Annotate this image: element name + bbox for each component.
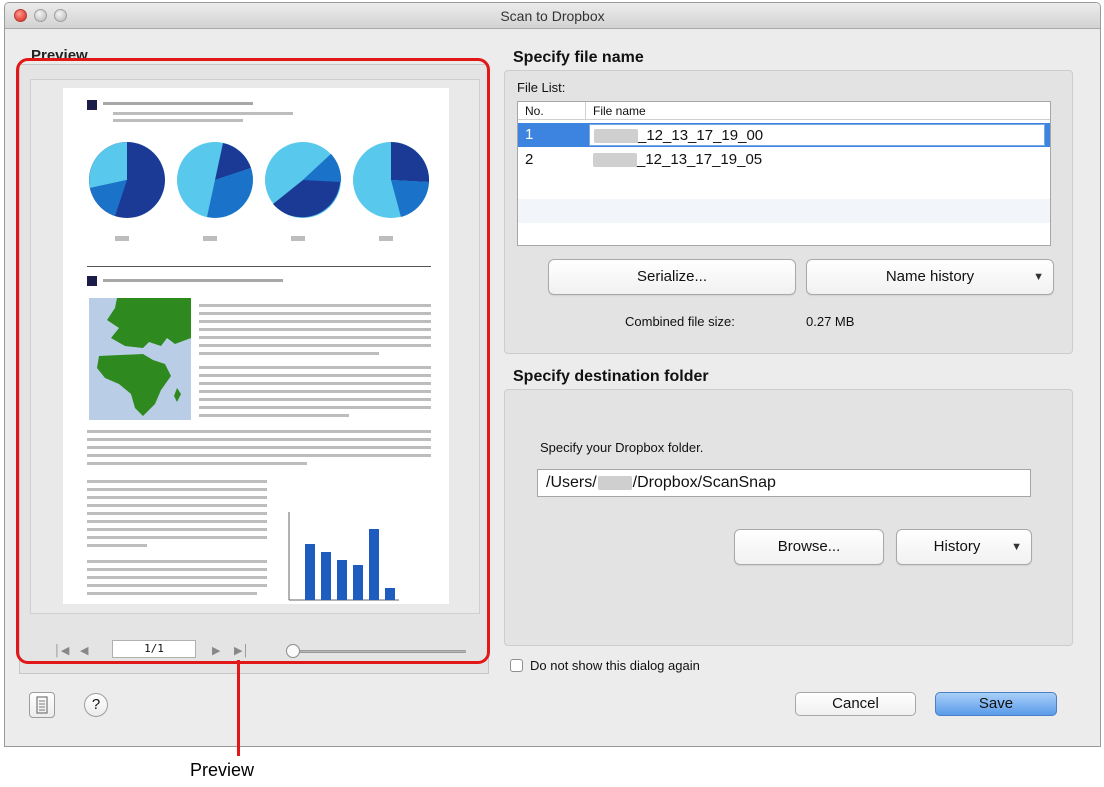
page-number-field[interactable]: 1/1: [112, 640, 196, 658]
file-name-edit-field[interactable]: _12_13_17_19_00: [589, 124, 1045, 146]
do-not-show-checkbox[interactable]: [510, 659, 523, 672]
combined-size-value: 0.27 MB: [806, 314, 855, 329]
file-name-cell: _12_13_17_19_05: [589, 149, 762, 171]
help-button[interactable]: ?: [84, 693, 108, 717]
cancel-button[interactable]: Cancel: [795, 692, 916, 716]
table-row[interactable]: 2 _12_13_17_19_05: [518, 148, 1050, 172]
zoom-slider-thumb[interactable]: [286, 644, 300, 658]
zoom-slider[interactable]: [292, 650, 466, 653]
destination-section-title: Specify destination folder: [513, 368, 709, 385]
column-header-no[interactable]: No.: [518, 102, 586, 120]
chevron-down-icon: ▼: [1033, 271, 1044, 283]
window-title: Scan to Dropbox: [500, 8, 605, 24]
destination-panel: [504, 389, 1073, 646]
column-header-file-name[interactable]: File name: [586, 102, 1050, 120]
list-view-button[interactable]: [29, 692, 55, 718]
row-number: 1: [525, 126, 534, 143]
bar-chart-graphic: [288, 512, 399, 601]
preview-callout-label: Preview: [190, 760, 255, 780]
combined-size-label: Combined file size:: [625, 314, 735, 329]
world-map-graphic: [89, 298, 191, 420]
name-history-button[interactable]: Name history ▼: [806, 259, 1054, 295]
empty-row: [518, 199, 1050, 223]
last-page-icon[interactable]: ▶│: [234, 644, 249, 657]
preview-canvas: [30, 79, 480, 614]
file-list-label: File List:: [517, 80, 566, 95]
preview-panel: │◀ ◀ 1/1 ▶ ▶│: [19, 64, 489, 674]
do-not-show-label: Do not show this dialog again: [530, 658, 700, 673]
previous-page-icon[interactable]: ◀: [80, 644, 88, 657]
pie-charts-graphic: [89, 141, 430, 218]
chevron-down-icon: ▼: [1011, 541, 1022, 553]
dropbox-folder-prompt: Specify your Dropbox folder.: [540, 440, 704, 455]
dropbox-folder-path-field[interactable]: /Users//Dropbox/ScanSnap: [537, 469, 1031, 497]
table-row[interactable]: 1 _12_13_17_19_00: [518, 123, 1050, 147]
next-page-icon[interactable]: ▶: [212, 644, 220, 657]
preview-callout-line: [237, 660, 240, 756]
preview-navigation: │◀ ◀ 1/1 ▶ ▶│: [20, 640, 488, 664]
title-bar: Scan to Dropbox: [5, 3, 1100, 29]
row-number: 2: [525, 151, 534, 168]
file-list-table: No. File name 1 _12_13_17_19_00 2 _12_13…: [517, 101, 1051, 246]
save-button[interactable]: Save: [935, 692, 1057, 716]
list-icon: [36, 696, 48, 714]
browse-button[interactable]: Browse...: [734, 529, 884, 565]
preview-title: Preview: [31, 47, 88, 64]
history-button[interactable]: History ▼: [896, 529, 1032, 565]
serialize-button[interactable]: Serialize...: [548, 259, 796, 295]
first-page-icon[interactable]: │◀: [54, 644, 69, 657]
scanned-page-thumbnail: [63, 88, 449, 604]
file-name-section-title: Specify file name: [513, 49, 644, 66]
